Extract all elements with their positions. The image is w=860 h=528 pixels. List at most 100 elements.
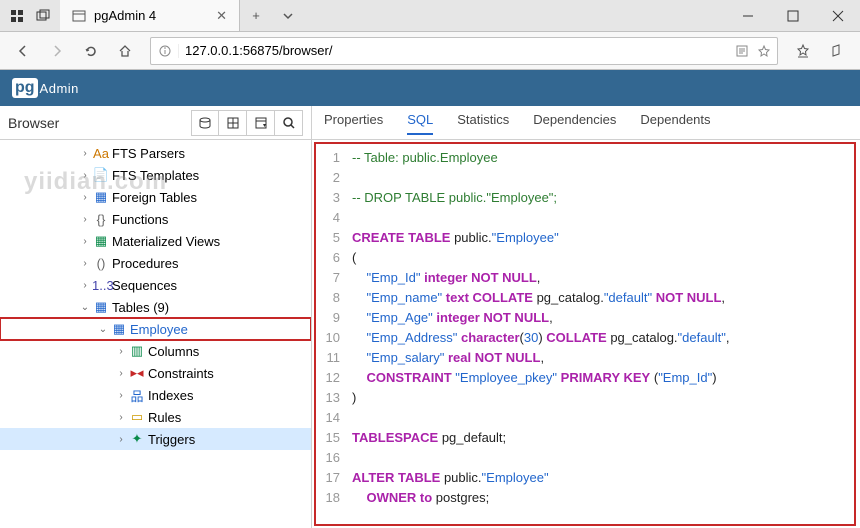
- home-button[interactable]: [110, 36, 140, 66]
- tree-item-constraints[interactable]: ›▸◂Constraints: [0, 362, 311, 384]
- tab-dependencies[interactable]: Dependencies: [533, 112, 616, 133]
- tree-item-columns[interactable]: ›▥Columns: [0, 340, 311, 362]
- tree-item-functions[interactable]: ›{}Functions: [0, 208, 311, 230]
- tree-label: Tables (9): [112, 300, 169, 315]
- tree-node-icon: ▦: [92, 299, 110, 315]
- tree-item-foreign-tables[interactable]: ›▦Foreign Tables: [0, 186, 311, 208]
- site-info-icon[interactable]: [151, 44, 179, 58]
- tab-favicon-icon: [72, 9, 86, 23]
- windows-icon[interactable]: [6, 5, 28, 27]
- sql-panel: 123456789101112131415161718 -- Table: pu…: [314, 142, 856, 526]
- title-left-icons: [0, 0, 60, 31]
- minimize-button[interactable]: [725, 0, 770, 32]
- tree-item-rules[interactable]: ›▭Rules: [0, 406, 311, 428]
- tree-label: Procedures: [112, 256, 178, 271]
- tree-node-icon: ▦: [92, 189, 110, 205]
- tree-arrow-icon[interactable]: ›: [78, 148, 92, 159]
- toolbar-filter-icon[interactable]: [247, 110, 275, 136]
- tree-arrow-icon[interactable]: ›: [78, 236, 92, 247]
- tree-arrow-icon[interactable]: ›: [78, 258, 92, 269]
- line-gutter: 123456789101112131415161718: [316, 144, 346, 524]
- tree-arrow-icon[interactable]: ›: [114, 368, 128, 379]
- pgadmin-logo: pgAdmin: [12, 78, 79, 98]
- tree-node-icon: ▥: [128, 343, 146, 359]
- tree-node-icon: ▦: [110, 321, 128, 337]
- tree-arrow-icon[interactable]: ›: [78, 280, 92, 291]
- new-tab-button[interactable]: +: [240, 0, 272, 31]
- tab-statistics[interactable]: Statistics: [457, 112, 509, 133]
- tree-node-icon: {}: [92, 212, 110, 227]
- tree-arrow-icon[interactable]: ›: [114, 390, 128, 401]
- url-input[interactable]: [179, 43, 735, 58]
- sidebar-toolbar: [191, 110, 303, 136]
- browser-tab-pgadmin[interactable]: pgAdmin 4 ✕: [60, 0, 240, 31]
- tree-label: FTS Templates: [112, 168, 199, 183]
- sidebar: Browser yiidian.com ›AaFTS Parsers›📄FTS …: [0, 106, 312, 528]
- pg-badge: pg: [12, 78, 38, 98]
- favorites-list-icon[interactable]: [788, 36, 818, 66]
- tree-arrow-icon[interactable]: ⌄: [96, 324, 110, 335]
- tree-label: Foreign Tables: [112, 190, 197, 205]
- tabs-icon[interactable]: [32, 5, 54, 27]
- back-button[interactable]: [8, 36, 38, 66]
- tree-item-indexes[interactable]: ›品Indexes: [0, 384, 311, 406]
- toolbar-db-icon[interactable]: [191, 110, 219, 136]
- sidebar-title: Browser: [8, 115, 191, 131]
- tab-title: pgAdmin 4: [94, 8, 204, 23]
- toolbar-search-icon[interactable]: [275, 110, 303, 136]
- tree-item-procedures[interactable]: ›()Procedures: [0, 252, 311, 274]
- tabs-chevron-icon[interactable]: [272, 0, 304, 31]
- tree-node-icon: ✦: [128, 431, 146, 447]
- toolbar-grid-icon[interactable]: [219, 110, 247, 136]
- favorite-icon[interactable]: [757, 44, 771, 58]
- tree-item-tables-9-[interactable]: ⌄▦Tables (9): [0, 296, 311, 318]
- window-controls: [725, 0, 860, 31]
- tree-node-icon: 1..3: [92, 278, 110, 293]
- tree-node-icon: ▸◂: [128, 365, 146, 381]
- tree-label: Sequences: [112, 278, 177, 293]
- tree-item-sequences[interactable]: ›1..3Sequences: [0, 274, 311, 296]
- content: Properties SQL Statistics Dependencies Depen…: [312, 106, 860, 528]
- sidebar-header: Browser: [0, 106, 311, 140]
- tab-close-icon[interactable]: ✕: [216, 8, 227, 24]
- tree-item-fts-templates[interactable]: ›📄FTS Templates: [0, 164, 311, 186]
- tab-properties[interactable]: Properties: [324, 112, 383, 133]
- tree-label: Functions: [112, 212, 168, 227]
- tree-label: Rules: [148, 410, 181, 425]
- maximize-button[interactable]: [770, 0, 815, 32]
- tree[interactable]: yiidian.com ›AaFTS Parsers›📄FTS Template…: [0, 140, 311, 528]
- sql-code[interactable]: -- Table: public.Employee -- DROP TABLE …: [346, 144, 854, 524]
- tree-arrow-icon[interactable]: ›: [78, 214, 92, 225]
- tree-arrow-icon[interactable]: ⌄: [78, 302, 92, 313]
- tree-node-icon: ▦: [92, 233, 110, 249]
- url-right-icons: [735, 44, 777, 58]
- notes-icon[interactable]: [822, 36, 852, 66]
- tree-label: Triggers: [148, 432, 195, 447]
- tree-arrow-icon[interactable]: ›: [78, 170, 92, 181]
- content-tabs: Properties SQL Statistics Dependencies Depen…: [312, 106, 860, 140]
- nav-bar: [0, 32, 860, 70]
- tree-item-employee[interactable]: ⌄▦Employee: [0, 318, 311, 340]
- tab-sql[interactable]: SQL: [407, 112, 433, 135]
- pg-admin-text: Admin: [40, 81, 79, 96]
- tab-dependents[interactable]: Dependents: [640, 112, 710, 133]
- tree-arrow-icon[interactable]: ›: [114, 346, 128, 357]
- tree-arrow-icon[interactable]: ›: [114, 434, 128, 445]
- tree-item-triggers[interactable]: ›✦Triggers: [0, 428, 311, 450]
- refresh-button[interactable]: [76, 36, 106, 66]
- url-bar: [150, 37, 778, 65]
- tree-item-materialized-views[interactable]: ›▦Materialized Views: [0, 230, 311, 252]
- title-bar: pgAdmin 4 ✕ +: [0, 0, 860, 32]
- tree-label: FTS Parsers: [112, 146, 185, 161]
- tree-item-fts-parsers[interactable]: ›AaFTS Parsers: [0, 142, 311, 164]
- tree-label: Employee: [130, 322, 188, 337]
- close-button[interactable]: [815, 0, 860, 32]
- reader-icon[interactable]: [735, 44, 749, 58]
- tree-node-icon: ▭: [128, 409, 146, 425]
- tree-node-icon: Aa: [92, 146, 110, 161]
- tree-node-icon: (): [92, 256, 110, 271]
- tab-strip: pgAdmin 4 ✕ +: [60, 0, 725, 31]
- forward-button[interactable]: [42, 36, 72, 66]
- tree-arrow-icon[interactable]: ›: [114, 412, 128, 423]
- tree-arrow-icon[interactable]: ›: [78, 192, 92, 203]
